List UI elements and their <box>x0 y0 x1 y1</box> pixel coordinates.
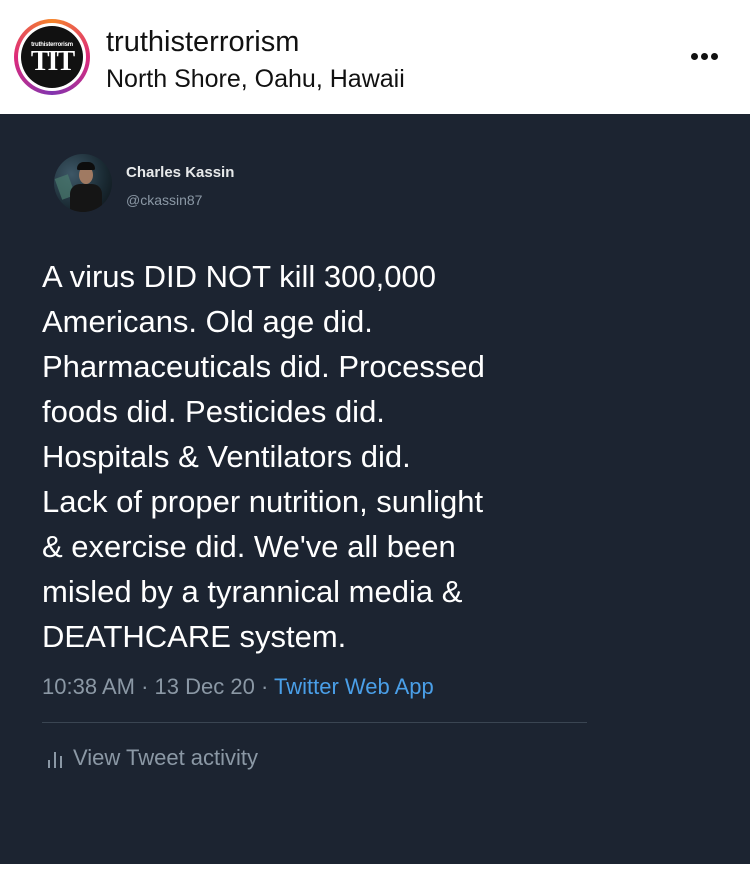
meta-separator: · <box>141 674 149 699</box>
tweet-author-handle: @ckassin87 <box>126 192 203 208</box>
bar-chart-icon <box>48 750 64 768</box>
profile-avatar-logo: truthisterrorism TIT <box>21 26 83 88</box>
profile-avatar[interactable]: truthisterrorism TIT <box>14 19 90 95</box>
tweet-time: 10:38 AM <box>42 674 135 699</box>
meta-separator: · <box>260 674 269 699</box>
tweet-metadata: 10:38 AM · 13 Dec 20 · Twitter Web App <box>42 674 434 700</box>
post-username[interactable]: truthisterrorism <box>106 26 299 59</box>
tweet-screenshot: Charles Kassin @ckassin87 A virus DID NO… <box>0 114 750 864</box>
avatar-logo-big-text: TIT <box>30 46 75 77</box>
tweet-author-name: Charles Kassin <box>126 164 235 181</box>
tweet-body-text: A virus DID NOT kill 300,000 Americans. … <box>42 259 485 654</box>
divider <box>42 722 587 723</box>
tweet-author-avatar <box>54 154 112 212</box>
view-tweet-activity-label: View Tweet activity <box>73 745 259 770</box>
instagram-post-header: truthisterrorism TIT truthisterrorism No… <box>0 0 750 114</box>
tweet-source-link: Twitter Web App <box>274 674 434 699</box>
post-location[interactable]: North Shore, Oahu, Hawaii <box>106 65 405 94</box>
more-dots-icon[interactable] <box>680 40 730 70</box>
tweet-date: 13 Dec 20 <box>154 674 255 699</box>
